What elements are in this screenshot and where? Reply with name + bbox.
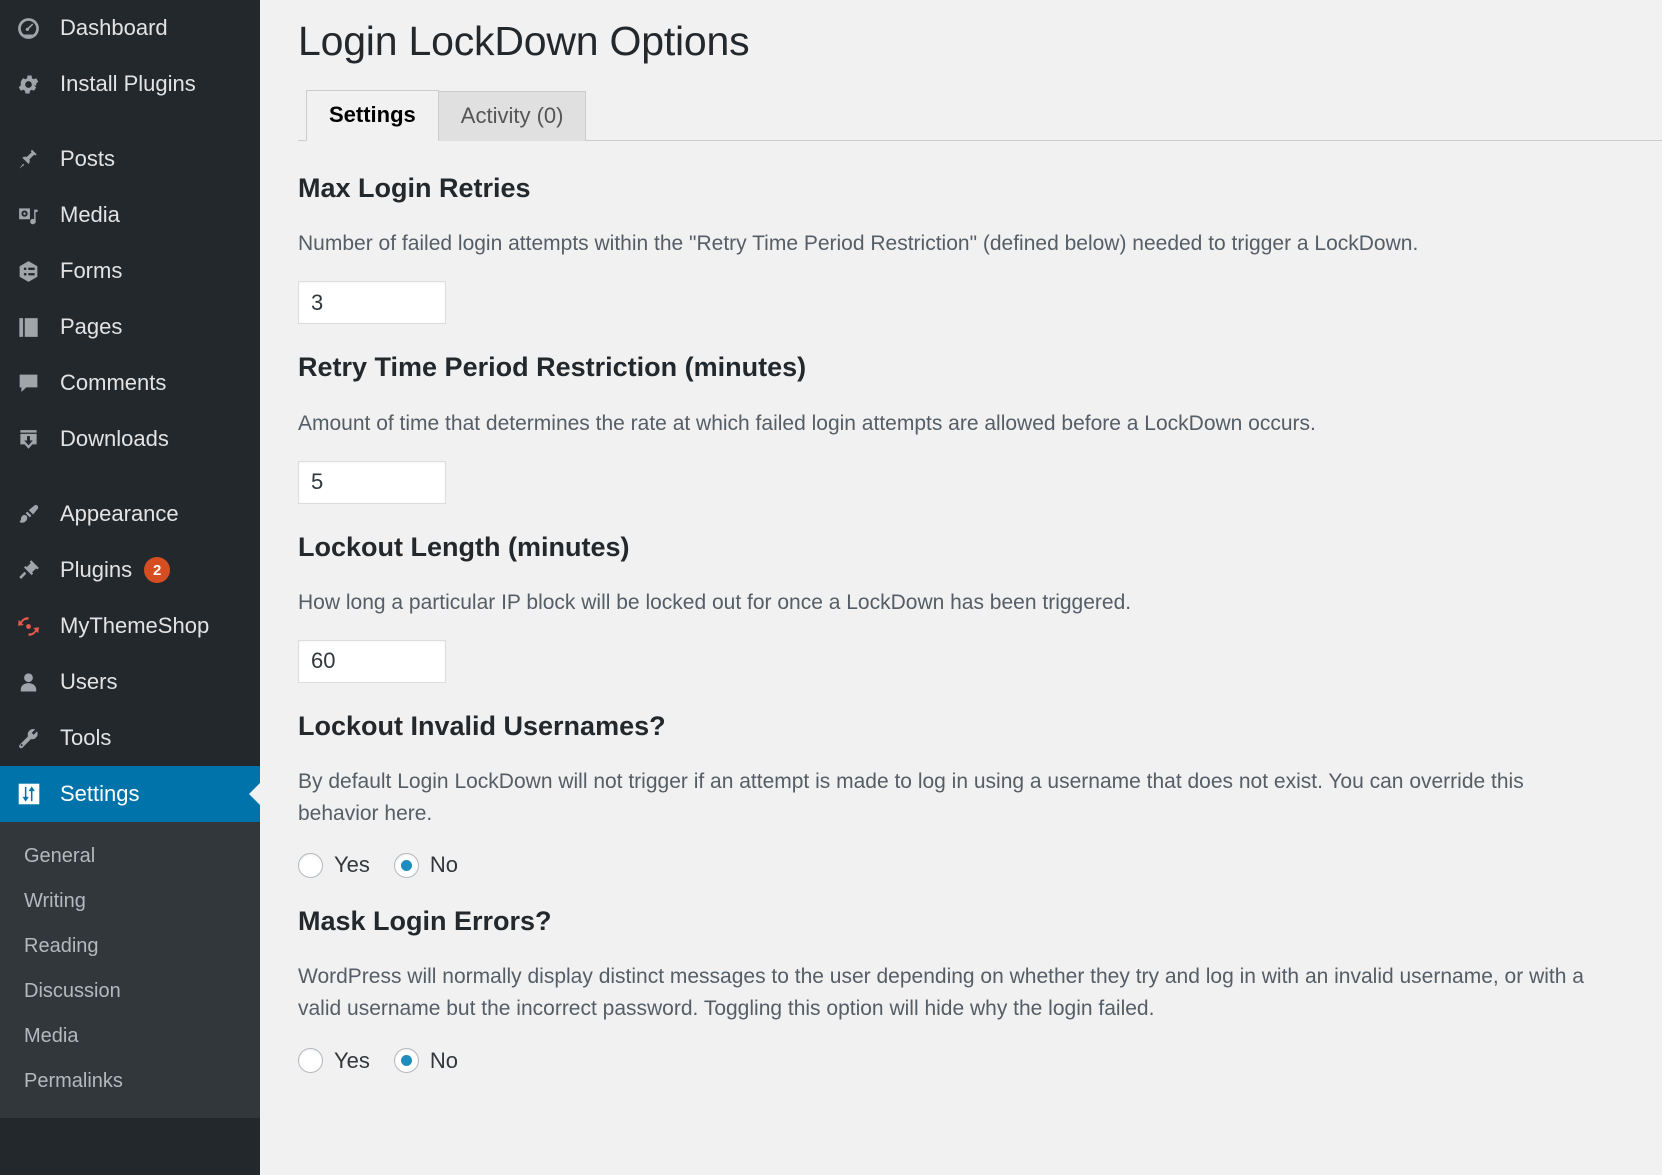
pin-icon — [16, 147, 54, 172]
sidebar-item-plugins[interactable]: Plugins 2 — [0, 542, 260, 598]
sidebar-item-comments[interactable]: Comments — [0, 355, 260, 411]
submenu-item-permalinks[interactable]: Permalinks — [0, 1059, 260, 1104]
comment-icon — [16, 371, 54, 396]
admin-sidebar: Dashboard Install Plugins Posts Media Fo… — [0, 0, 260, 1175]
sidebar-item-install-plugins[interactable]: Install Plugins — [0, 56, 260, 112]
page-title: Login LockDown Options — [298, 18, 750, 64]
tab-bar: Settings Activity (0) — [298, 89, 1662, 142]
section-description: How long a particular IP block will be l… — [298, 590, 1132, 614]
gear-icon — [16, 72, 54, 97]
submenu-item-discussion[interactable]: Discussion — [0, 969, 260, 1014]
sidebar-item-label: Comments — [60, 370, 167, 395]
section-heading: Retry Time Period Restriction (minutes) — [298, 352, 807, 383]
settings-submenu: General Writing Reading Discussion Media… — [0, 822, 260, 1118]
radio-label: Yes — [334, 852, 370, 878]
sidebar-divider-2 — [0, 467, 260, 486]
section-max-login-retries: Max Login Retries Number of failed login… — [298, 171, 1662, 325]
retry-time-period-input[interactable] — [298, 460, 446, 504]
sidebar-item-label: Settings — [60, 781, 140, 806]
submenu-item-media[interactable]: Media — [0, 1014, 260, 1059]
lockout-invalid-usernames-radio-group: Yes No — [298, 852, 1662, 878]
sidebar-group-main: Dashboard Install Plugins — [0, 0, 260, 112]
dashboard-icon — [16, 16, 54, 41]
wrench-icon — [16, 726, 54, 751]
sidebar-item-label: Install Plugins — [60, 71, 196, 96]
main-content: Login LockDown Options Settings Activity… — [260, 0, 1662, 1175]
sidebar-item-media[interactable]: Media — [0, 187, 260, 243]
sidebar-item-forms[interactable]: Forms — [0, 243, 260, 299]
radio-option-yes[interactable]: Yes — [298, 1048, 370, 1074]
radio-indicator[interactable] — [393, 1048, 419, 1074]
tab-activity[interactable]: Activity (0) — [437, 90, 587, 142]
plug-icon — [16, 558, 54, 583]
section-description: Amount of time that determines the rate … — [298, 411, 1316, 435]
paintbrush-icon — [16, 502, 54, 527]
sidebar-item-label: Pages — [60, 314, 123, 339]
section-heading: Lockout Invalid Usernames? — [298, 710, 666, 741]
section-description: WordPress will normally display distinct… — [298, 965, 1584, 1021]
section-description: By default Login LockDown will not trigg… — [298, 770, 1524, 826]
submenu-item-reading[interactable]: Reading — [0, 924, 260, 969]
plugins-update-badge: 2 — [144, 557, 171, 583]
sidebar-item-label: Plugins — [60, 557, 133, 582]
sidebar-item-label: Users — [60, 669, 118, 694]
radio-indicator[interactable] — [393, 852, 419, 878]
radio-option-no[interactable]: No — [393, 852, 459, 878]
radio-indicator[interactable] — [298, 852, 323, 878]
sidebar-item-label: Downloads — [60, 426, 169, 451]
radio-option-yes[interactable]: Yes — [298, 852, 370, 878]
sidebar-item-label: Forms — [60, 258, 123, 283]
sidebar-item-dashboard[interactable]: Dashboard — [0, 0, 260, 56]
current-menu-arrow — [249, 782, 260, 806]
sidebar-group-admin: Appearance Plugins 2 MyThemeShop Users T… — [0, 486, 260, 822]
download-icon — [16, 427, 54, 452]
submenu-item-writing[interactable]: Writing — [0, 879, 260, 924]
sidebar-group-content: Posts Media Forms Pages Comments Downloa… — [0, 131, 260, 467]
refresh-icon — [16, 614, 54, 639]
section-description: Number of failed login attempts within t… — [298, 232, 1419, 256]
sidebar-item-settings[interactable]: Settings — [0, 766, 260, 822]
sidebar-item-downloads[interactable]: Downloads — [0, 411, 260, 467]
sidebar-item-label: Posts — [60, 146, 116, 171]
sidebar-item-label: Dashboard — [60, 15, 168, 40]
radio-indicator[interactable] — [298, 1048, 323, 1074]
section-heading: Max Login Retries — [298, 173, 531, 204]
radio-option-no[interactable]: No — [393, 1047, 459, 1074]
radio-label: No — [429, 1047, 459, 1073]
media-icon — [16, 203, 54, 228]
section-heading: Lockout Length (minutes) — [298, 531, 630, 562]
lockout-length-input[interactable] — [298, 639, 446, 683]
sidebar-item-label: Appearance — [60, 501, 179, 526]
sidebar-divider-1 — [0, 112, 260, 131]
settings-sliders-icon — [16, 781, 54, 807]
user-icon — [16, 670, 54, 695]
sidebar-item-label: Tools — [60, 725, 112, 750]
section-lockout-length: Lockout Length (minutes) How long a part… — [298, 530, 1662, 683]
section-heading: Mask Login Errors? — [298, 906, 552, 937]
max-login-retries-input[interactable] — [298, 281, 446, 325]
forms-icon — [16, 259, 54, 284]
sidebar-item-mythemeshop[interactable]: MyThemeShop — [0, 598, 260, 654]
mask-login-errors-radio-group: Yes No — [298, 1048, 1662, 1074]
sidebar-item-tools[interactable]: Tools — [0, 710, 260, 766]
sidebar-item-appearance[interactable]: Appearance — [0, 486, 260, 542]
sidebar-item-label: Media — [60, 202, 120, 227]
submenu-item-general[interactable]: General — [0, 834, 260, 879]
section-retry-time-period: Retry Time Period Restriction (minutes) … — [298, 350, 1662, 504]
sidebar-item-users[interactable]: Users — [0, 654, 260, 710]
tab-settings[interactable]: Settings — [306, 89, 439, 142]
admin-page: Dashboard Install Plugins Posts Media Fo… — [0, 0, 1662, 1175]
pages-icon — [16, 315, 54, 340]
sidebar-item-label: MyThemeShop — [60, 613, 210, 638]
section-mask-login-errors: Mask Login Errors? WordPress will normal… — [298, 904, 1662, 1074]
radio-label: Yes — [334, 1047, 370, 1073]
sidebar-item-pages[interactable]: Pages — [0, 299, 260, 355]
radio-label: No — [429, 852, 459, 878]
section-lockout-invalid-usernames: Lockout Invalid Usernames? By default Lo… — [298, 709, 1662, 878]
sidebar-item-posts[interactable]: Posts — [0, 131, 260, 187]
